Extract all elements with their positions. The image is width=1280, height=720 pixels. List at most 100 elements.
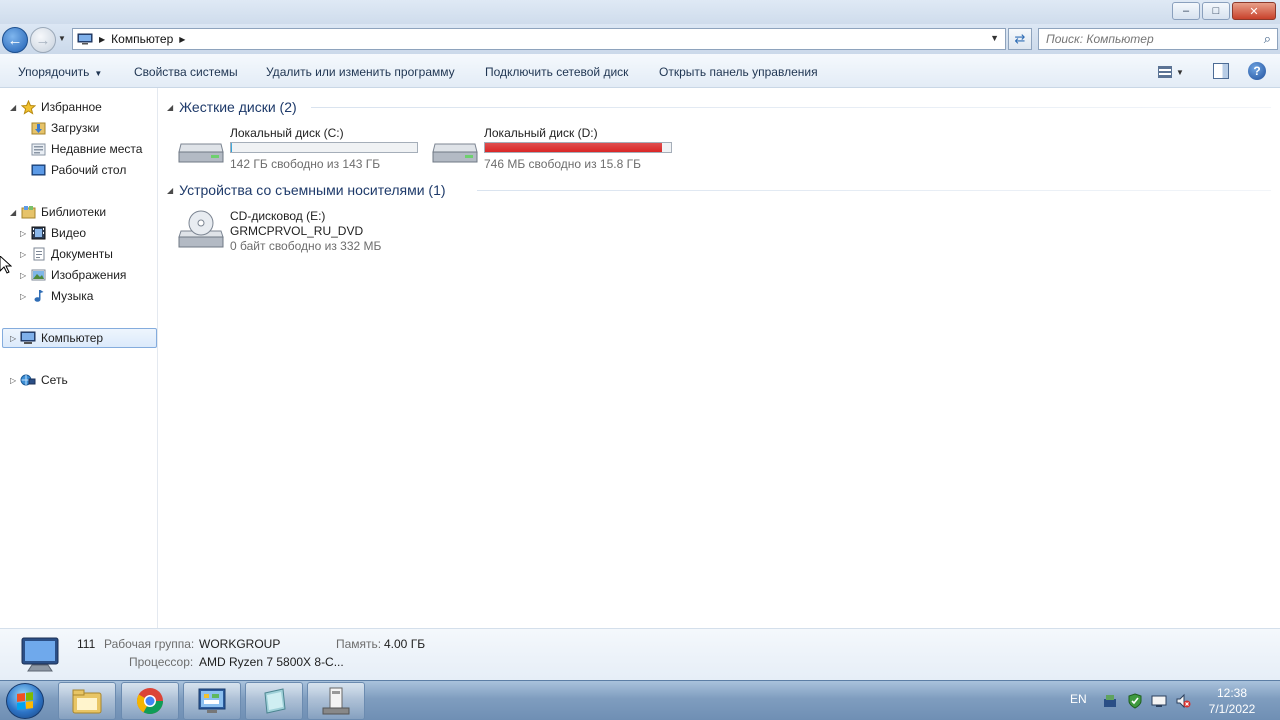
drive-e-name: CD-дисковод (E:) [230, 209, 326, 223]
drive-c[interactable]: Локальный диск (C:) 142 ГБ свободно из 1… [177, 124, 427, 171]
security-shield-icon[interactable] [1127, 693, 1143, 709]
drive-d-name: Локальный диск (D:) [484, 126, 598, 140]
control-panel-icon [198, 688, 226, 713]
removable-group-header[interactable]: ◢ Устройства со съемными носителями (1) [167, 180, 446, 200]
collapse-arrow-icon[interactable]: ◢ [10, 208, 20, 217]
nav-downloads[interactable]: Загрузки [30, 118, 99, 138]
start-button[interactable] [6, 683, 44, 719]
downloads-folder-icon [30, 121, 46, 136]
collapse-arrow-icon[interactable]: ◢ [10, 103, 20, 112]
nav-downloads-label: Загрузки [51, 121, 100, 135]
network-tray-icon[interactable] [1102, 693, 1118, 709]
back-button[interactable]: ← [2, 27, 28, 53]
map-network-drive-button[interactable]: Подключить сетевой диск [485, 65, 628, 79]
breadcrumb-separator-icon[interactable]: ▶ [179, 35, 185, 44]
documents-icon [30, 247, 46, 262]
nav-desktop-label: Рабочий стол [51, 163, 127, 177]
hard-drive-icon [432, 143, 478, 163]
taskbar-explorer-button[interactable] [58, 682, 116, 720]
computer-icon [21, 637, 59, 672]
desktop-icon [30, 163, 46, 178]
command-bar: Упорядочить ▼ Свойства системы Удалить ил… [0, 54, 1280, 88]
preview-pane-button[interactable] [1213, 63, 1229, 79]
drive-d-free-space: 746 МБ свободно из 15.8 ГБ [484, 157, 641, 171]
clock-date: 7/1/2022 [1208, 702, 1256, 716]
system-properties-button[interactable]: Свойства системы [134, 65, 238, 79]
expand-arrow-icon[interactable]: ▷ [20, 250, 30, 259]
system-clock[interactable]: 12:38 7/1/2022 [1200, 685, 1264, 717]
monitor-tray-icon[interactable] [1151, 693, 1167, 709]
pictures-icon [30, 268, 46, 283]
nav-recent-places[interactable]: Недавние места [30, 139, 142, 159]
address-dropdown-icon[interactable]: ▼ [990, 33, 999, 43]
nav-favorites[interactable]: ◢ Избранное [10, 97, 102, 117]
collapse-arrow-icon[interactable]: ◢ [167, 103, 173, 112]
taskbar-app-button[interactable] [245, 682, 303, 720]
nav-music-label: Музыка [51, 289, 94, 303]
drive-c-usage-bar [230, 142, 418, 153]
nav-libraries[interactable]: ◢ Библиотеки [10, 202, 106, 222]
nav-documents-label: Документы [51, 247, 113, 261]
nav-network-label: Сеть [41, 373, 68, 387]
breadcrumb-computer[interactable]: Компьютер [111, 32, 173, 46]
expand-arrow-icon[interactable]: ▷ [10, 376, 20, 385]
nav-computer[interactable]: ▷ Компьютер [2, 328, 157, 348]
workgroup-value: WORKGROUP [199, 637, 281, 651]
close-button[interactable]: ✕ [1232, 2, 1276, 20]
hard-disks-group-title: Жесткие диски (2) [179, 99, 297, 115]
nav-music[interactable]: ▷ Музыка [20, 286, 93, 306]
minimize-button[interactable]: – [1172, 2, 1200, 20]
language-indicator[interactable]: EN [1070, 692, 1087, 706]
music-icon [30, 289, 46, 304]
expand-arrow-icon[interactable]: ▷ [20, 271, 30, 280]
change-view-button[interactable]: ▼ [1158, 63, 1194, 81]
organize-button[interactable]: Упорядочить ▼ [18, 65, 102, 79]
content-pane: ◢ Жесткие диски (2) Локальный диск (C:) … [159, 88, 1280, 628]
workgroup-label: Рабочая группа: [104, 637, 195, 651]
volume-muted-icon[interactable] [1175, 693, 1191, 709]
recent-pages-dropdown-icon[interactable]: ▼ [58, 34, 66, 43]
folder-icon [72, 689, 102, 714]
expand-arrow-icon[interactable]: ▷ [20, 292, 30, 301]
drive-c-free-space: 142 ГБ свободно из 143 ГБ [230, 157, 381, 171]
window-controls: – □ ✕ [1172, 2, 1276, 20]
search-box[interactable]: ⌕ [1038, 28, 1278, 50]
refresh-button[interactable]: ⇄ [1008, 28, 1032, 50]
taskbar-chrome-button[interactable] [121, 682, 179, 720]
search-input[interactable] [1046, 32, 1246, 46]
maximize-button[interactable]: □ [1202, 2, 1230, 20]
drive-d-usage-bar [484, 142, 672, 153]
expand-arrow-icon[interactable]: ▷ [10, 334, 20, 343]
open-control-panel-button[interactable]: Открыть панель управления [659, 65, 818, 79]
clock-time: 12:38 [1216, 686, 1248, 700]
hard-disks-group-header[interactable]: ◢ Жесткие диски (2) [167, 97, 297, 117]
drive-c-usage-fill [231, 143, 233, 152]
nav-documents[interactable]: ▷ Документы [20, 244, 113, 264]
chrome-icon [136, 688, 164, 715]
computer-name: 111 [77, 637, 96, 651]
search-icon[interactable]: ⌕ [1264, 31, 1271, 47]
windows-logo-icon [17, 692, 33, 710]
help-icon[interactable]: ? [1248, 62, 1266, 80]
memory-label: Память: [336, 637, 382, 651]
nav-desktop[interactable]: Рабочий стол [30, 160, 126, 180]
processor-label: Процессор: [129, 655, 194, 669]
uninstall-program-button[interactable]: Удалить или изменить программу [266, 65, 455, 79]
video-icon [30, 226, 46, 241]
taskbar-control-panel-button[interactable] [183, 682, 241, 720]
nav-network[interactable]: ▷ Сеть [10, 370, 68, 390]
taskbar-installer-button[interactable] [307, 682, 365, 720]
forward-button[interactable]: → [30, 27, 56, 53]
drive-e[interactable]: CD-дисковод (E:) GRMCPRVOL_RU_DVD 0 байт… [177, 207, 437, 255]
star-icon [20, 99, 36, 115]
nav-recent-places-label: Недавние места [51, 142, 143, 156]
computer-icon [77, 33, 93, 45]
nav-video[interactable]: ▷ Видео [20, 223, 86, 243]
hard-drive-icon [178, 143, 224, 163]
drive-d[interactable]: Локальный диск (D:) 746 МБ свободно из 1… [431, 124, 681, 171]
nav-pictures[interactable]: ▷ Изображения [20, 265, 126, 285]
address-bar[interactable]: ▶ Компьютер ▶ ▼ [72, 28, 1006, 50]
collapse-arrow-icon[interactable]: ◢ [167, 186, 173, 195]
breadcrumb-separator-icon[interactable]: ▶ [99, 35, 105, 44]
expand-arrow-icon[interactable]: ▷ [20, 229, 30, 238]
